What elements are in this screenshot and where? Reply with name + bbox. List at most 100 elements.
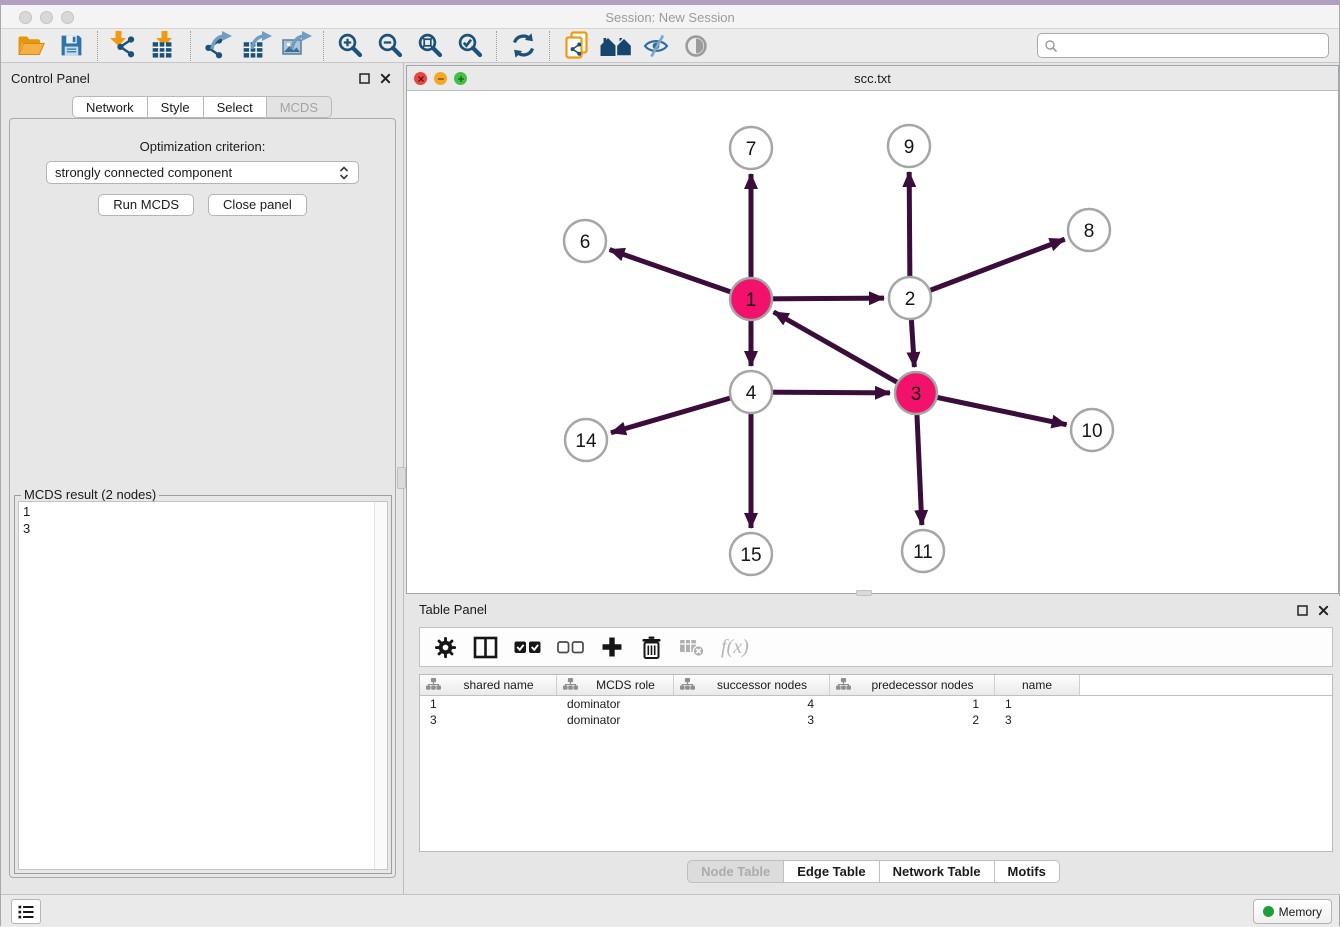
- export-image-icon[interactable]: [277, 30, 317, 62]
- cell-shared-name[interactable]: 1: [420, 696, 557, 712]
- close-panel-icon[interactable]: [379, 72, 391, 84]
- svg-text:15: 15: [740, 545, 761, 566]
- column-header-successor-nodes[interactable]: successor nodes: [674, 675, 830, 695]
- graph-node-14[interactable]: 14: [565, 419, 607, 461]
- column-label: name: [1001, 678, 1073, 692]
- tab-network[interactable]: Network: [72, 96, 148, 118]
- column-header-predecessor-nodes[interactable]: predecessor nodes: [830, 675, 995, 695]
- select-all-columns-icon[interactable]: [514, 638, 541, 656]
- home-icon[interactable]: [596, 30, 636, 62]
- tab-node-table[interactable]: Node Table: [687, 860, 784, 883]
- tab-network-table[interactable]: Network Table: [880, 860, 995, 883]
- search-input[interactable]: [1058, 38, 1322, 54]
- graph-node-8[interactable]: 8: [1068, 209, 1110, 251]
- export-table-icon[interactable]: [237, 30, 277, 62]
- network-canvas[interactable]: 7 9 6 8 1 2 4 3 14 10 15 11: [407, 91, 1338, 593]
- graph-node-4[interactable]: 4: [730, 371, 772, 413]
- memory-button[interactable]: Memory: [1253, 899, 1332, 924]
- cell-mcds-role[interactable]: dominator: [557, 696, 674, 712]
- column-header-mcds-role[interactable]: MCDS role: [557, 675, 674, 695]
- delete-table-icon: [679, 637, 705, 657]
- cell-name[interactable]: 3: [995, 712, 1080, 728]
- unselect-all-columns-icon[interactable]: [557, 638, 584, 656]
- graph-node-2[interactable]: 2: [889, 277, 931, 319]
- graph-edge-3-1[interactable]: [774, 312, 916, 393]
- open-session-icon[interactable]: [11, 30, 51, 62]
- application-window: Session: New Session Control Panel Netwo…: [0, 0, 1340, 926]
- tab-motifs[interactable]: Motifs: [995, 860, 1060, 883]
- column-tree-icon: [836, 678, 851, 693]
- hide-panels-icon[interactable]: [636, 30, 676, 62]
- graph-node-9[interactable]: 9: [888, 125, 930, 167]
- column-header-shared-name[interactable]: shared name: [420, 675, 557, 695]
- graph-node-15[interactable]: 15: [730, 533, 772, 575]
- network-view-window: scc.txt 7 9 6 8 1 2 4 3 14 10 15 11: [406, 65, 1339, 594]
- zoom-out-icon[interactable]: [370, 30, 410, 62]
- vertical-splitter-handle[interactable]: [397, 467, 406, 489]
- graph-edge-1-6[interactable]: [610, 250, 751, 299]
- graph-node-11[interactable]: 11: [902, 530, 944, 572]
- refresh-icon[interactable]: [503, 30, 543, 62]
- delete-column-icon[interactable]: [640, 635, 663, 660]
- table-row[interactable]: 1dominator411: [420, 696, 1332, 712]
- toolbar-separator: [190, 31, 191, 61]
- network-window-titlebar[interactable]: scc.txt: [407, 66, 1338, 91]
- cell-mcds-role[interactable]: dominator: [557, 712, 674, 728]
- control-panel-tabbar: NetworkStyleSelectMCDS: [1, 96, 403, 118]
- status-bar: Memory: [1, 894, 1339, 927]
- graph-node-1[interactable]: 1: [730, 278, 772, 320]
- svg-text:10: 10: [1081, 421, 1102, 442]
- graph-edge-3-10[interactable]: [916, 393, 1067, 425]
- zoom-selected-icon[interactable]: [450, 30, 490, 62]
- save-session-icon[interactable]: [51, 30, 91, 62]
- graph-node-10[interactable]: 10: [1071, 409, 1113, 451]
- mcds-panel: Optimization criterion: strongly connect…: [9, 118, 396, 878]
- export-network-icon[interactable]: [197, 30, 237, 62]
- tab-mcds[interactable]: MCDS: [267, 96, 332, 118]
- graph-edge-2-8[interactable]: [910, 239, 1065, 298]
- cell-successor-nodes[interactable]: 4: [674, 696, 830, 712]
- task-list-icon: [16, 902, 36, 922]
- create-column-icon[interactable]: [600, 635, 624, 659]
- graph-node-7[interactable]: 7: [730, 127, 772, 169]
- import-table-icon[interactable]: [144, 30, 184, 62]
- float-panel-icon[interactable]: [358, 72, 370, 84]
- table-row[interactable]: 3dominator323: [420, 712, 1332, 728]
- criterion-dropdown[interactable]: strongly connected component: [46, 161, 359, 184]
- column-header-name[interactable]: name: [995, 675, 1080, 695]
- cell-successor-nodes[interactable]: 3: [674, 712, 830, 728]
- svg-text:9: 9: [904, 137, 915, 158]
- zoom-in-icon[interactable]: [330, 30, 370, 62]
- dropdown-stepper-icon: [338, 165, 350, 181]
- import-network-icon[interactable]: [104, 30, 144, 62]
- show-columns-icon[interactable]: [473, 636, 498, 659]
- tab-style[interactable]: Style: [148, 96, 204, 118]
- column-label: predecessor nodes: [857, 678, 988, 692]
- result-scrollbar[interactable]: [374, 502, 387, 869]
- clone-network-icon[interactable]: [556, 30, 596, 62]
- graph-node-6[interactable]: 6: [564, 220, 606, 262]
- cell-name[interactable]: 1: [995, 696, 1080, 712]
- zoom-fit-icon[interactable]: [410, 30, 450, 62]
- column-tree-icon: [426, 678, 441, 693]
- search-box: [1037, 33, 1329, 58]
- toolbar-separator: [97, 31, 98, 61]
- cell-predecessor-nodes[interactable]: 2: [830, 712, 995, 728]
- close-table-panel-icon[interactable]: [1317, 604, 1329, 616]
- run-mcds-button[interactable]: Run MCDS: [98, 194, 194, 216]
- tab-select[interactable]: Select: [204, 96, 267, 118]
- table-settings-icon[interactable]: [434, 636, 457, 659]
- graph-node-3[interactable]: 3: [895, 372, 937, 414]
- mcds-result-text[interactable]: 13: [18, 501, 388, 870]
- table-panel: Table Panel f(x) shared nameMCDS rolesuc…: [406, 596, 1340, 894]
- memory-status-icon: [1263, 906, 1274, 917]
- cell-predecessor-nodes[interactable]: 1: [830, 696, 995, 712]
- eye-icon[interactable]: [676, 30, 716, 62]
- cell-shared-name[interactable]: 3: [420, 712, 557, 728]
- optimization-criterion-label: Optimization criterion:: [10, 139, 395, 154]
- close-panel-button[interactable]: Close panel: [208, 194, 307, 216]
- tab-edge-table[interactable]: Edge Table: [784, 860, 879, 883]
- column-tree-icon: [563, 678, 578, 693]
- task-history-button[interactable]: [11, 899, 41, 924]
- float-table-panel-icon[interactable]: [1296, 604, 1308, 616]
